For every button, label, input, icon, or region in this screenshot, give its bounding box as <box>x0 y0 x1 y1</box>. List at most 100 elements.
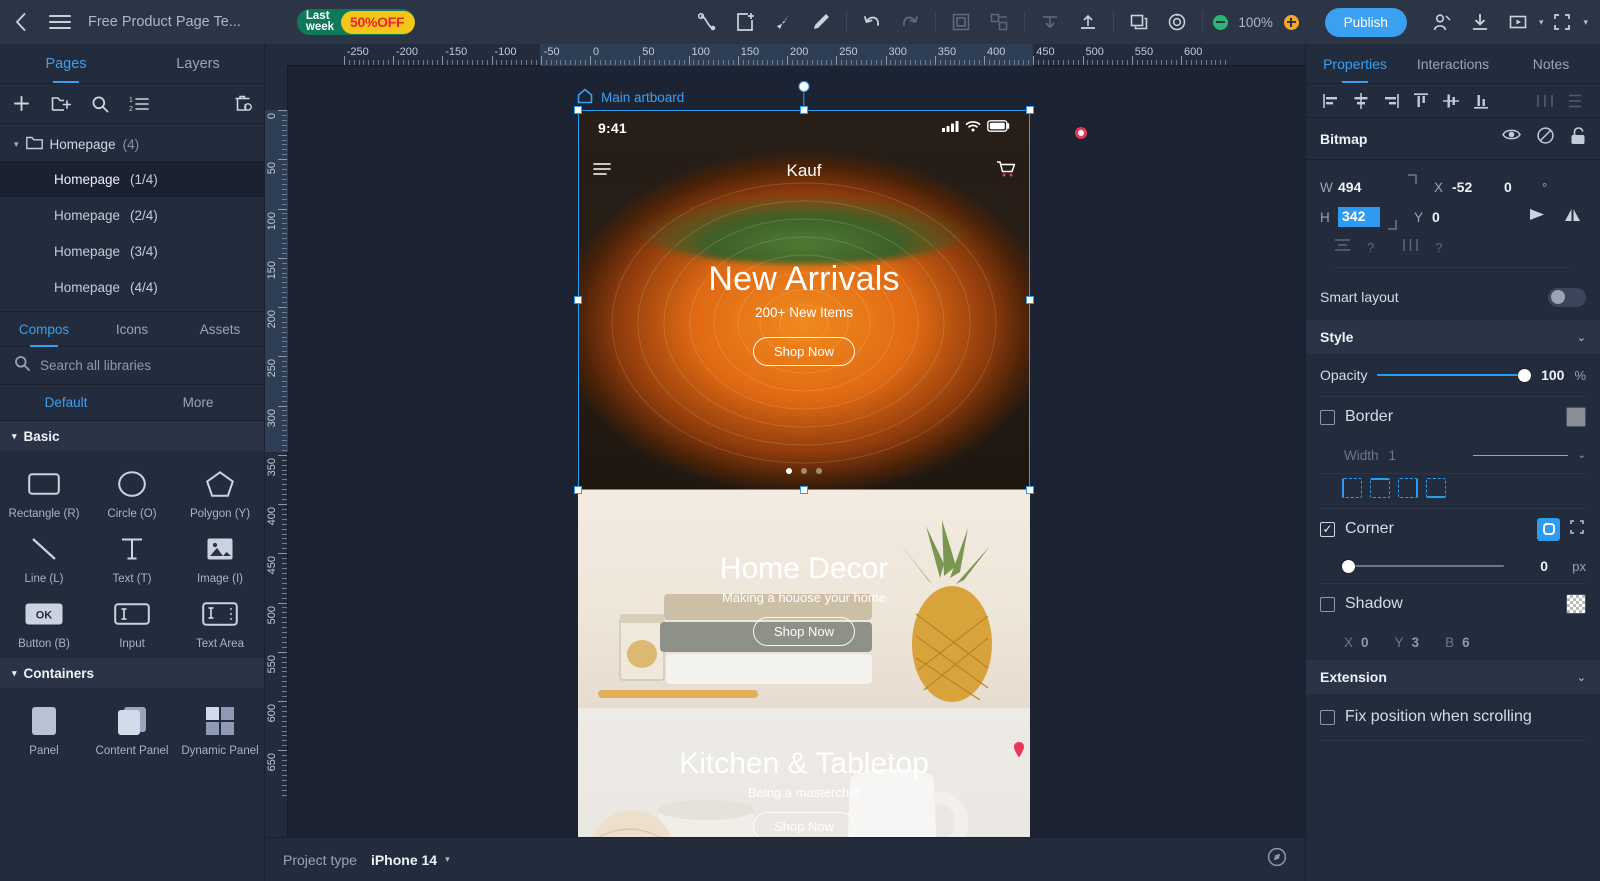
widget-input[interactable]: Input <box>88 589 176 654</box>
align-right-icon[interactable] <box>1378 88 1404 114</box>
widget-polygon[interactable]: Polygon (Y) <box>176 459 264 524</box>
path-node-icon[interactable] <box>688 5 726 39</box>
preview-settings-icon[interactable] <box>1158 5 1196 39</box>
page-item-1[interactable]: Homepage (1/4) <box>0 161 264 197</box>
opacity-value[interactable]: 100 <box>1541 367 1564 383</box>
search-input[interactable] <box>40 358 250 373</box>
pencil-icon[interactable] <box>802 5 840 39</box>
shadow-blur-value[interactable]: 6 <box>1462 635 1470 650</box>
artboard-phone-mockup[interactable]: 9:41 Kauf New Arrivals 200+ New Items Sh… <box>578 110 1030 880</box>
border-side-left-button[interactable] <box>1342 478 1362 498</box>
back-button[interactable] <box>0 0 40 44</box>
eye-icon[interactable] <box>1502 127 1521 150</box>
flip-horizontal-icon[interactable] <box>1528 207 1547 228</box>
corner-individual-icon[interactable] <box>1568 518 1586 541</box>
mask-icon[interactable] <box>1120 5 1158 39</box>
carousel-dot[interactable] <box>801 468 807 474</box>
fix-position-checkbox[interactable] <box>1320 709 1335 725</box>
page-item-3[interactable]: Homepage (3/4) <box>0 233 264 269</box>
tab-compos[interactable]: Compos <box>0 312 88 346</box>
corner-checkbox[interactable] <box>1320 521 1335 537</box>
columns-icon[interactable] <box>1402 238 1419 257</box>
carousel-dots[interactable] <box>578 468 1030 474</box>
page-item-4[interactable]: Homepage (4/4) <box>0 269 264 305</box>
group-icon[interactable] <box>942 5 980 39</box>
shopping-cart-icon[interactable] <box>996 160 1016 183</box>
hero-shop-now-button[interactable]: Shop Now <box>753 337 855 366</box>
sort-pages-icon[interactable]: 12 <box>129 95 149 113</box>
style-section-header[interactable]: Style ⌄ <box>1306 320 1600 354</box>
rotation-value[interactable]: 0 <box>1504 179 1542 195</box>
recycle-bin-icon[interactable] <box>233 94 252 113</box>
page-item-2[interactable]: Homepage (2/4) <box>0 197 264 233</box>
horizontal-ruler[interactable]: -250 -200 -150 -100 -50 0 50 100 150 200 250 300 350… <box>265 44 1305 66</box>
undo-icon[interactable] <box>853 5 891 39</box>
add-frame-icon[interactable] <box>726 5 764 39</box>
carousel-dot[interactable] <box>786 468 792 474</box>
border-color-swatch[interactable] <box>1566 407 1586 427</box>
border-side-right-button[interactable] <box>1398 478 1418 498</box>
align-center-horizontal-icon[interactable] <box>1348 88 1374 114</box>
shadow-y-value[interactable]: 3 <box>1412 635 1420 650</box>
widget-content-panel[interactable]: Content Panel <box>88 696 176 761</box>
corner-radius-slider[interactable] <box>1342 559 1504 573</box>
ungroup-icon[interactable] <box>980 5 1018 39</box>
no-entry-icon[interactable] <box>1537 127 1554 150</box>
download-icon[interactable] <box>1461 5 1499 39</box>
shadow-x-value[interactable]: 0 <box>1361 635 1369 650</box>
list-align-icon[interactable] <box>1334 238 1351 257</box>
project-title[interactable]: Free Product Page Te... <box>88 14 241 30</box>
corner-radius-value[interactable]: 0 <box>1514 558 1548 574</box>
project-type-caret-icon[interactable]: ▾ <box>445 854 450 865</box>
shadow-color-swatch[interactable] <box>1566 594 1586 614</box>
collaborators-icon[interactable] <box>1423 5 1461 39</box>
opacity-slider[interactable] <box>1377 368 1532 382</box>
pen-tool-icon[interactable] <box>764 5 802 39</box>
search-pages-icon[interactable] <box>91 95 109 113</box>
promo-badge[interactable]: Last week 50%OFF <box>296 9 416 35</box>
tab-notes[interactable]: Notes <box>1502 44 1600 83</box>
distribute-vertical-icon[interactable] <box>1562 88 1588 114</box>
widget-dynamic-panel[interactable]: Dynamic Panel <box>176 696 264 761</box>
chevron-down-icon[interactable]: ⌄ <box>1578 450 1586 461</box>
widget-panel[interactable]: Panel <box>0 696 88 761</box>
subtab-default[interactable]: Default <box>0 385 132 420</box>
align-middle-vertical-icon[interactable] <box>1438 88 1464 114</box>
align-bottom-icon[interactable] <box>1468 88 1494 114</box>
x-value[interactable]: -52 <box>1452 179 1504 195</box>
design-canvas[interactable]: -250 -200 -150 -100 -50 0 50 100 150 200 250 300 350… <box>265 44 1305 881</box>
tab-icons[interactable]: Icons <box>88 312 176 346</box>
bring-forward-icon[interactable] <box>1069 5 1107 39</box>
section-header-containers[interactable]: ▾ Containers <box>0 658 264 688</box>
border-width-value[interactable]: 1 <box>1389 448 1397 463</box>
link-aspect-ratio-icon-bottom[interactable] <box>1380 202 1414 232</box>
smart-layout-toggle[interactable] <box>1548 287 1586 307</box>
hero-banner[interactable]: 9:41 Kauf New Arrivals 200+ New Items Sh… <box>578 110 1030 490</box>
tab-properties[interactable]: Properties <box>1306 44 1404 83</box>
extension-section-header[interactable]: Extension ⌄ <box>1306 660 1600 694</box>
shadow-checkbox[interactable] <box>1320 596 1335 612</box>
corner-uniform-icon[interactable] <box>1537 517 1560 541</box>
flip-vertical-icon[interactable] <box>1563 207 1582 228</box>
border-checkbox[interactable] <box>1320 409 1335 425</box>
rotation-handle[interactable] <box>798 81 810 92</box>
home-decor-section[interactable]: Home Decor Making a houose your home Sho… <box>578 490 1030 708</box>
comment-marker-top[interactable] <box>1075 127 1087 139</box>
add-page-icon[interactable] <box>12 94 31 113</box>
widget-line[interactable]: Line (L) <box>0 524 88 589</box>
link-aspect-ratio-icon[interactable] <box>1400 172 1434 202</box>
zoom-level[interactable]: 100% <box>1237 15 1275 30</box>
border-side-bottom-button[interactable] <box>1426 478 1446 498</box>
artboard-label[interactable]: Main artboard <box>577 88 684 107</box>
align-left-icon[interactable] <box>1318 88 1344 114</box>
tab-layers[interactable]: Layers <box>132 44 264 83</box>
project-type-value[interactable]: iPhone 14 <box>371 852 437 868</box>
height-input[interactable]: 342 <box>1338 207 1380 227</box>
tab-interactions[interactable]: Interactions <box>1404 44 1502 83</box>
tab-assets[interactable]: Assets <box>176 312 264 346</box>
section-header-basic[interactable]: ▾ Basic <box>0 421 264 451</box>
widget-textarea[interactable]: Text Area <box>176 589 264 654</box>
vertical-ruler[interactable]: 0 50 100 150 200 250 300 350 400 450 500 550 600 650 <box>265 66 288 881</box>
distribute-horizontal-icon[interactable] <box>1532 88 1558 114</box>
widget-button[interactable]: OK Button (B) <box>0 589 88 654</box>
